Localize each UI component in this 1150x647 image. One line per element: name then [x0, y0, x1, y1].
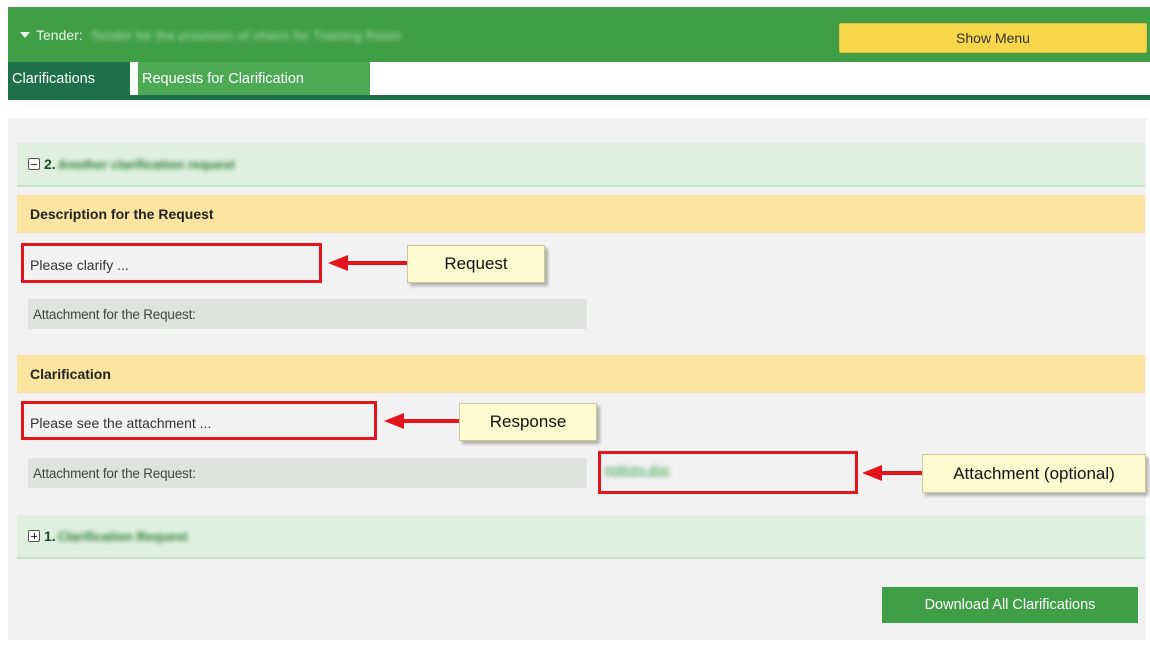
description-heading: Description for the Request	[17, 195, 1145, 233]
response-attachment-label: Attachment for the Request:	[33, 465, 196, 481]
request-row-2[interactable]: 2. Another clarification request	[17, 143, 1145, 187]
response-attachment-row: Attachment for the Request:	[28, 458, 587, 488]
request-attachment-row: Attachment for the Request:	[28, 299, 587, 329]
description-heading-label: Description for the Request	[30, 206, 214, 222]
expand-icon[interactable]	[28, 530, 40, 542]
collapse-icon[interactable]	[28, 158, 40, 170]
tab-requests-for-clarification[interactable]: Requests for Clarification	[138, 62, 370, 95]
clarification-heading-label: Clarification	[30, 366, 111, 382]
response-arrow-icon	[384, 413, 460, 429]
request-callout: Request	[407, 245, 545, 283]
attachment-highlight-box	[598, 451, 858, 494]
request-number: 1.	[44, 528, 56, 544]
request-title: Another clarification request	[57, 156, 235, 172]
tender-label: Tender:	[36, 27, 83, 43]
tender-name: Tender for the provision of chairs for T…	[90, 27, 402, 43]
request-highlight-box	[21, 243, 322, 283]
attachment-callout: Attachment (optional)	[922, 454, 1146, 493]
tab-clarifications[interactable]: Clarifications	[8, 62, 130, 95]
request-number: 2.	[44, 156, 56, 172]
request-title: Clarification Request	[57, 528, 188, 544]
tender-toggle[interactable]: Tender: Tender for the provision of chai…	[20, 27, 402, 43]
show-menu-button[interactable]: Show Menu	[839, 23, 1147, 53]
attachment-arrow-icon	[862, 465, 922, 481]
tab-bar: Clarifications Requests for Clarificatio…	[8, 62, 1150, 100]
request-attachment-label: Attachment for the Request:	[33, 306, 196, 322]
clarification-heading: Clarification	[17, 355, 1145, 393]
tender-header: Tender: Tender for the provision of chai…	[8, 7, 1150, 62]
response-callout: Response	[459, 403, 597, 441]
request-row-1[interactable]: 1. Clarification Request	[17, 515, 1145, 559]
download-all-clarifications-button[interactable]: Download All Clarifications	[882, 587, 1138, 623]
response-highlight-box	[21, 401, 377, 440]
chevron-down-icon	[20, 32, 30, 38]
request-arrow-icon	[328, 255, 408, 271]
